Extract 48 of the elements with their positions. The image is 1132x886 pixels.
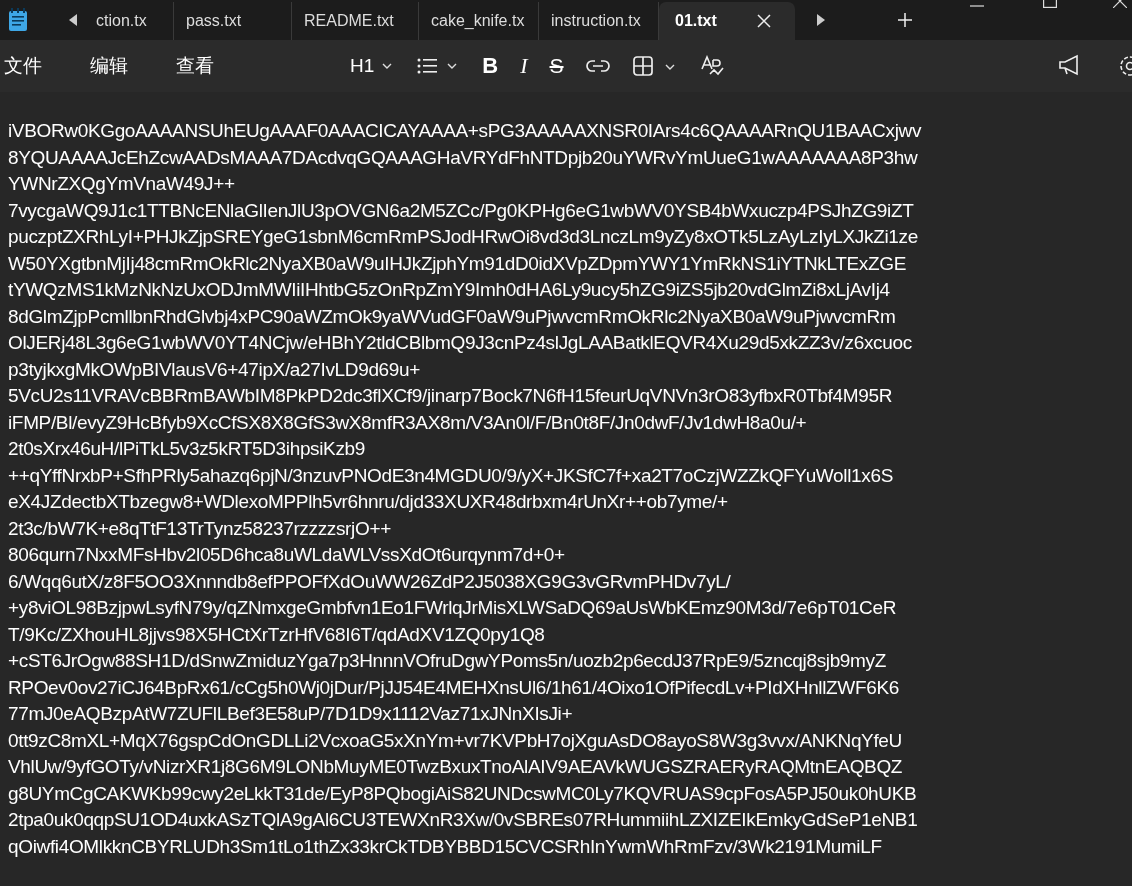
- heading-dropdown[interactable]: H1: [346, 51, 399, 81]
- text-line: YWNrZXQgYmVnaW49J++: [8, 172, 235, 196]
- text-line: ++qYffNrxbP+SfhPRly5ahazq6pjN/3nzuvPNOdE3n4MGDU0/9/yX+JKSfC7f+xa2T7oCzjWZZkQFYuWoll1x6S: [8, 463, 893, 488]
- tab-label: 01.txt: [675, 12, 717, 30]
- add-tab-icon[interactable]: [897, 12, 913, 28]
- text-line: VhlUw/9yfGOTy/vNizrXR1j8G6M9LONbMuyME0TwzBxuxTnoAlAIV9AEAVkWUGSZRAERyRAQMtnEAQBQZ: [8, 755, 903, 779]
- text-line: W50YXgtbnMjIj48cmRmOkRlc2NyaXB0aW9uIHJkZjphYm91dD0idXVpZDpmYWY1YmRkNS1iYTNkLTExZGE: [8, 251, 906, 276]
- text-line: iVBORw0KGgoAAAANSUhEUgAAAF0AAACICAYAAAA+sPG3AAAAAXNSR0IArs4c6QAAAARnQU1BAACxjwv: [8, 119, 922, 143]
- text-line: tYWQzMS1kMzNkNzUxODJmMWIiIHhtbG5zOnRpZmY9Imh0dHA6Ly9ucy5hZG9iZS5jb20vdGlmZi8xLjAvIj4: [8, 278, 890, 302]
- text-line: p3tyjkxgMkOWpBIVlausV6+47ipX/a27IvLD9d69u+: [8, 357, 420, 382]
- tab-label: ction.tx: [96, 12, 147, 30]
- text-line: 2tpa0uk0qqpSU1OD4uxkASzTQlA9gAl6CU3TEWXnR3Xw/0vSBREs07RHummiihLZXIZEIkEmkyGdSeP1eNB1: [8, 808, 918, 832]
- tab-label: README.txt: [304, 12, 394, 30]
- text-line: g8UYmCgCAKWKb99cwy2eLkkT31de/EyP8PQbogiAiS82UNDcswMC0Ly7KQVRUAS9cpFosA5PJ50uk0hUKB: [8, 781, 917, 806]
- text-line: +y8viOL98BzjpwLsyfN79y/qZNmxgeGmbfvn1Eo1FWrlqJrMisXLWSaDQ69aUsWbKEmz90M3d/7e6pT01CeR: [8, 596, 897, 620]
- menu-item[interactable]: 编辑: [86, 53, 132, 79]
- italic-button[interactable]: I: [516, 49, 532, 83]
- text-line: 77mJ0eAQBzpAtW7ZUFlLBef3E58uP/7D1D9x1112Vaz71xJNnXIsJi+: [8, 702, 573, 726]
- menu-item[interactable]: 文件: [0, 53, 46, 79]
- strikethrough-button[interactable]: S: [545, 50, 568, 82]
- text-line: 7vycgaWQ9J1c1TTBNcENlaGlIenJlU3pOVGN6a2M5ZCc/Pg0KPHg6eG1wbWV0YSB4bWxuczp4PSJhZG9iZT: [8, 198, 914, 223]
- text-line: 8dGlmZjpPcmllbnRhdGlvbj4xPC90aWZmOk9yaWVudGF0aW9uPjwvcmRmOkRlc2NyaXB0aW9uPjwvcmRm: [8, 304, 896, 329]
- text-line: 2t0sXrx46uH/lPiTkL5v3z5kRT5D3ihpsiKzb9: [8, 437, 366, 461]
- bold-button[interactable]: B: [478, 49, 503, 83]
- notepad-icon: [8, 8, 28, 32]
- tab[interactable]: 01.txt: [659, 2, 795, 40]
- text-line: 6/Wqq6utX/z8F5OO3Xnnndb8efPPOFfXdOuWW26ZdP2J5038XG9G3vGRvmPHDv7yL/: [8, 569, 731, 594]
- link-icon: [585, 59, 610, 73]
- text-line: puczptZXRhLyI+PHJkZjpSREYgeG1sbnM6cmRmPSJodHRwOi8vd3d3LnczLm9yZy8xOTk5LzAyLzIyLXJkZi1ze: [8, 225, 918, 249]
- text-line: 0tt9zC8mXL+MqX76gspCdOnGDLLi2VcxoaG5xXnYm+vr7KVPbH7ojXguAsDO8ayoS8W3g3vvx/ANKNqYfeU: [8, 728, 902, 753]
- text-line: +cST6JrOgw88SH1D/dSnwZmiduzYga7p3HnnnVOfruDgwYPoms5n/uozb2p6ecdJ37RpE9/5zncqj8sjb9myZ: [8, 649, 886, 673]
- settings-icon[interactable]: [1118, 54, 1132, 78]
- text-line: iFMP/Bl/evyZ9HcBfyb9XcCfSX8X8GfS3wX8mfR3AX8m/V3An0l/F/Bn0t8F/Jn0dwF/Jv1dwH8a0u/+: [8, 410, 807, 435]
- text-line: 8YQUAAAAJcEhZcwAADsMAAA7DAcdvqGQAAAGHaVRYdFhNTDpjb20uYWRvYmUueG1wAAAAAAA8P3hw: [8, 145, 918, 170]
- spellcheck-icon: [699, 55, 724, 77]
- tab-label: pass.txt: [186, 12, 242, 30]
- text-line: OlJERj48L3g6eG1wbWV0YT4NCjw/eHBhY2tldCBlbmQ9J3cnPz4slJgLAABatklEQVR4Xu29d5xkZZ3v/z6xcuoc: [8, 331, 912, 355]
- text-line: 2t3c/bW7K+e8qTtF13TrTynz58237rzzzzsrjO++: [8, 516, 391, 541]
- close-icon[interactable]: [756, 14, 771, 28]
- text-line: RPOev0ov27iCJ64BpRx61/cCg5h0Wj0jDur/PjJJ54E4MEHXnsUl6/1h61/4Oixo1OfPifecdLv+PIdXHnllZWF6K6: [8, 675, 899, 700]
- text-line: 5VcU2s11VRAVcBBRmBAWbIM8PkPD2dc3flXCf9/jinarp7Bock7N6fH15feurUqVNVn3rO83yfbxR0Tbf4M95R: [8, 384, 893, 408]
- menu-item[interactable]: 查看: [172, 53, 218, 79]
- text-line: T/9Kc/ZXhouHL8jjvs98X5HCtXrTzrHfV68I6T/qdAdXV1ZQ0py1Q8: [8, 622, 545, 647]
- text-line: eX4JZdectbXTbzegw8+WDlexoMPPlh5vr6hnru/djd33XUXR48drbxm4rUnXr++ob7yme/+: [8, 490, 728, 514]
- tab-label: instruction.tx: [551, 12, 641, 30]
- tab-label: cake_knife.tx: [431, 12, 525, 30]
- text-line: 806qurn7NxxMFsHbv2l05D6hca8uWLdaWLVssXdOt6urqynm7d+0+: [8, 543, 565, 567]
- text-line: qOiwfi4OMlkknCBYRLUDh3Sm1tLo1thZx33krCkTDBYBBD15CVCSRhInYwmWhRmFzv/3Wk2191MumiLF: [8, 834, 882, 859]
